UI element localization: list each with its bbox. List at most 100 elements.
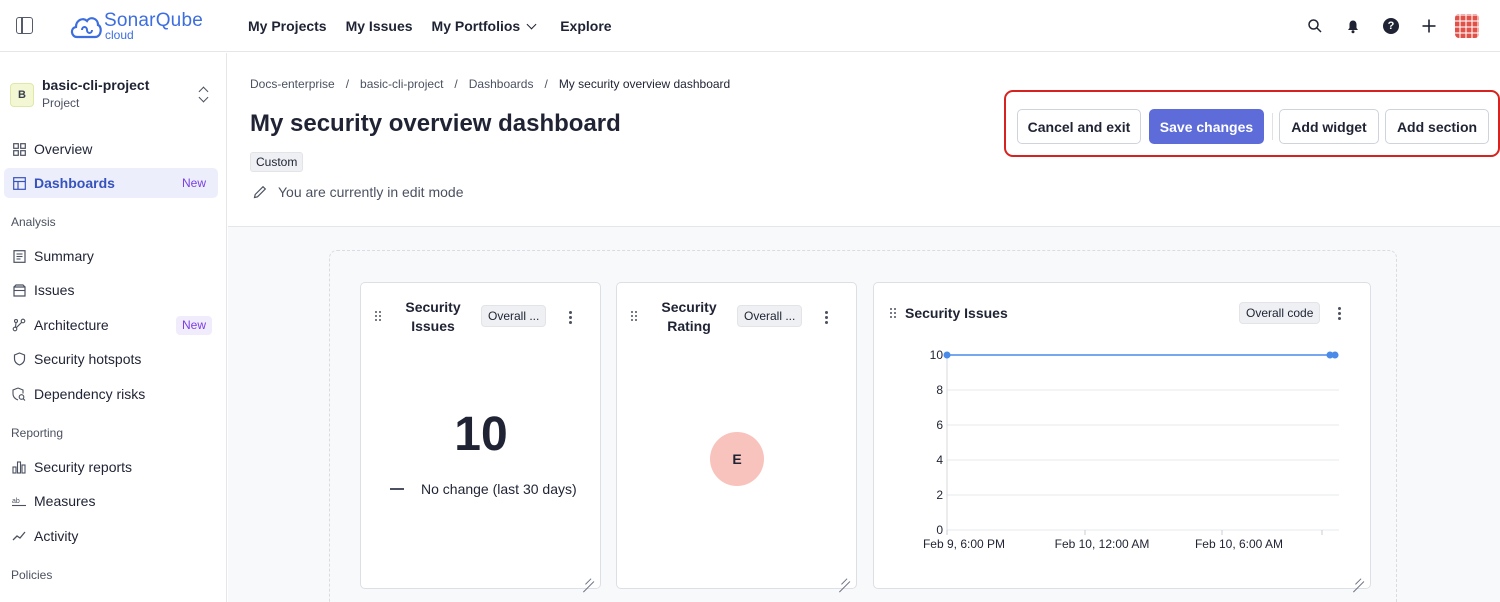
project-switcher[interactable]: B basic-cli-project Project [10, 75, 217, 115]
edit-mode-note: You are currently in edit mode [252, 184, 463, 200]
sidebar: B basic-cli-project Project Overview Das… [0, 53, 227, 602]
bell-icon[interactable] [1334, 12, 1372, 40]
project-badge: B [10, 83, 34, 107]
activity-icon [12, 529, 26, 543]
breadcrumb-item[interactable]: Docs-enterprise [250, 77, 335, 91]
change-note: No change (last 30 days) [390, 481, 577, 497]
resize-handle-icon[interactable] [838, 570, 850, 582]
cancel-and-exit-button[interactable]: Cancel and exit [1017, 109, 1141, 144]
issues-count: 10 [454, 408, 508, 461]
dependency-icon [12, 387, 26, 401]
scope-tag[interactable]: Overall ... [481, 305, 547, 327]
x-tick-label: Feb 9, 6:00 PM [923, 537, 1005, 551]
help-icon[interactable]: ? [1372, 12, 1410, 40]
resize-handle-icon[interactable] [582, 570, 594, 582]
cloud-logo-icon [70, 17, 102, 39]
sidebar-item-activity[interactable]: Activity [4, 521, 218, 551]
nav-my-projects[interactable]: My Projects [248, 18, 327, 34]
widget-security-issues[interactable]: Security Issues Overall ... 10 No change… [360, 282, 601, 589]
sidebar-item-label: Architecture [34, 317, 109, 333]
add-section-button[interactable]: Add section [1385, 109, 1489, 144]
nav-my-issues[interactable]: My Issues [346, 18, 413, 34]
breadcrumb: Docs-enterprise / basic-cli-project / Da… [250, 77, 730, 91]
sidebar-item-summary[interactable]: Summary [4, 241, 218, 271]
project-name: basic-cli-project [42, 77, 150, 93]
sidebar-item-label: Measures [34, 493, 96, 509]
breadcrumb-item[interactable]: basic-cli-project [360, 77, 443, 91]
dash-icon [390, 488, 404, 490]
section-policies: Policies [11, 568, 53, 582]
y-tick-label: 8 [936, 383, 943, 397]
y-tick-label: 10 [930, 348, 944, 362]
breadcrumb-separator: / [345, 77, 350, 91]
nav-label: My Issues [345, 18, 413, 34]
sidebar-item-dependency-risks[interactable]: Dependency risks [4, 379, 218, 409]
y-tick-label: 6 [936, 418, 943, 432]
widget-title: Security Issues [405, 299, 461, 334]
pencil-icon [252, 184, 268, 200]
breadcrumb-separator: / [544, 77, 548, 91]
sidebar-item-label: Summary [34, 248, 94, 264]
help-glyph: ? [1383, 18, 1399, 34]
nav-label: My Projects [248, 18, 327, 34]
more-options-icon[interactable] [824, 311, 828, 325]
svg-text:ab: ab [12, 498, 20, 505]
security-issues-line-chart: 0 2 4 6 8 10 Feb 9, 6:00 PM Feb 10, 12:00 AM Feb… [923, 348, 1339, 551]
sidebar-item-label: Security reports [34, 459, 133, 475]
breadcrumb-item[interactable]: Dashboards [469, 77, 534, 91]
summary-icon [12, 249, 26, 263]
widget-title: Security Rating [661, 299, 717, 334]
overview-icon [12, 142, 26, 156]
search-icon[interactable] [1296, 12, 1334, 40]
avatar-image [1455, 14, 1479, 38]
data-point [943, 351, 951, 359]
nav-label: My Portfolios [431, 18, 521, 34]
scope-tag[interactable]: Overall ... [737, 305, 803, 327]
sidebar-item-label: Dependency risks [34, 386, 146, 402]
sidebar-item-label: Issues [34, 282, 75, 298]
new-badge: New [181, 176, 206, 190]
add-widget-button[interactable]: Add widget [1279, 109, 1379, 144]
page-title: My security overview dashboard [250, 110, 621, 137]
drag-handle-icon[interactable] [631, 311, 639, 323]
section-analysis: Analysis [11, 215, 56, 229]
sidebar-item-security-reports[interactable]: Security reports [4, 452, 218, 482]
breadcrumb-current: My security overview dashboard [558, 77, 731, 91]
widget-security-rating[interactable]: Security Rating Overall ... E [616, 282, 857, 589]
drag-handle-icon[interactable] [375, 311, 383, 323]
sidebar-item-security-hotspots[interactable]: Security hotspots [4, 344, 218, 374]
chevron-up-down-icon [199, 85, 209, 105]
sidebar-item-label: Security hotspots [34, 351, 142, 367]
nav-explore[interactable]: Explore [560, 18, 611, 34]
sidebar-item-label: Dashboards [34, 175, 115, 191]
logo-sub: cloud [105, 28, 134, 42]
x-tick-label: Feb 10, 12:00 AM [1055, 537, 1150, 551]
sidebar-item-dashboards[interactable]: Dashboards New [4, 168, 218, 198]
shield-icon [12, 352, 26, 366]
sidebar-item-issues[interactable]: Issues [4, 275, 218, 305]
data-point [1331, 351, 1339, 359]
sidebar-item-label: Activity [34, 528, 79, 544]
more-options-icon[interactable] [568, 311, 572, 325]
edit-mode-text: You are currently in edit mode [278, 184, 464, 200]
issues-icon [12, 283, 26, 297]
custom-tag: Custom [250, 152, 304, 172]
main-content: Docs-enterprise / basic-cli-project / Da… [228, 53, 1500, 602]
y-tick-label: 2 [936, 488, 943, 502]
edit-actions-highlight: Cancel and exit Save changes Add widget … [1004, 90, 1500, 157]
sidebar-item-architecture[interactable]: Architecture New [4, 310, 218, 340]
resize-handle-icon[interactable] [1352, 570, 1364, 582]
save-changes-button[interactable]: Save changes [1149, 109, 1264, 144]
y-tick-label: 4 [936, 453, 943, 467]
sidebar-item-measures[interactable]: ab Measures [4, 486, 218, 516]
security-rating-badge: E [710, 432, 764, 486]
avatar[interactable] [1448, 12, 1486, 40]
sidebar-toggle-icon[interactable] [16, 17, 33, 34]
y-tick-label: 0 [936, 523, 943, 537]
nav-my-portfolios[interactable]: My Portfolios [431, 18, 537, 34]
sonarqube-logo[interactable]: SonarQube cloud [68, 9, 208, 43]
change-text: No change (last 30 days) [421, 481, 577, 497]
widget-security-issues-trend[interactable]: Security Issues Overall code 0 2 4 6 8 10 Feb … [873, 282, 1371, 589]
plus-icon[interactable] [1410, 12, 1448, 40]
sidebar-item-overview[interactable]: Overview [4, 134, 218, 164]
